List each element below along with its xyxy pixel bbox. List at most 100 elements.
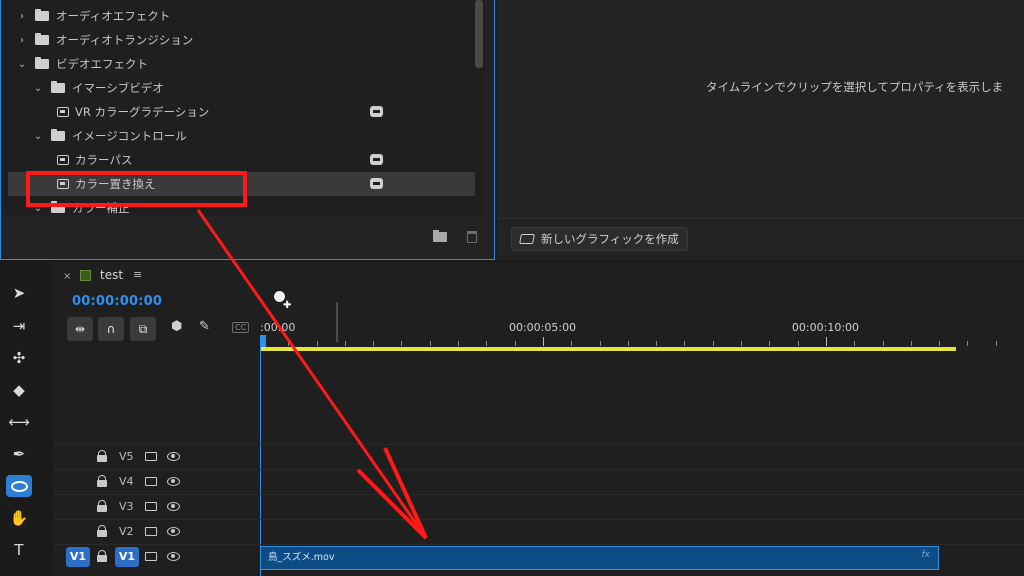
- hand-tool[interactable]: ✋: [6, 507, 32, 529]
- folder-icon: [35, 57, 49, 69]
- ripple-edit-icon: ✣: [12, 349, 26, 367]
- ruler-major-tick: [826, 337, 827, 346]
- ruler-marker: [336, 302, 338, 342]
- sync-lock-icon[interactable]: [145, 502, 157, 511]
- track-select-icon: ⇥: [12, 317, 26, 335]
- eye-icon[interactable]: [167, 502, 180, 511]
- tree-item-label: オーディオトランジション: [56, 33, 194, 47]
- new-graphic-button[interactable]: 新しいグラフィックを作成: [511, 227, 688, 251]
- timeline-panel: × test ≡ 00:00:00:00 ⇹ ∩ ⧉ ⬢ ✎ CC :00:00…: [53, 262, 1024, 576]
- track-target-toggle[interactable]: V1: [115, 547, 139, 567]
- tree-effect[interactable]: カラーパス: [1, 148, 481, 172]
- tree-folder[interactable]: ⌄ イマーシブビデオ: [1, 76, 481, 100]
- selection-icon: ➤: [12, 284, 26, 302]
- ruler-tick: [628, 341, 629, 346]
- wrench-icon[interactable]: ✎: [199, 319, 210, 334]
- lock-icon[interactable]: [97, 550, 107, 562]
- time-ruler[interactable]: :00:00 00:00:05:00 00:00:10:00: [260, 302, 1024, 357]
- selection-tool[interactable]: ➤: [6, 282, 32, 304]
- sequence-tab-title[interactable]: test: [100, 268, 123, 282]
- sync-lock-icon[interactable]: [145, 552, 157, 561]
- clip-name: 鳥_スズメ.mov: [268, 552, 335, 563]
- graphics-empty-message: タイムラインでクリップを選択してプロパティを表示しま: [706, 80, 1004, 94]
- track-target-toggle[interactable]: V3: [119, 500, 134, 513]
- captions-icon[interactable]: CC: [232, 322, 250, 333]
- track-row: V3: [53, 494, 1024, 519]
- pen-tool[interactable]: ✒: [6, 443, 32, 465]
- tree-item-label: カラーパス: [75, 153, 133, 167]
- chevron-right-icon[interactable]: ›: [15, 35, 29, 46]
- lock-icon[interactable]: [97, 450, 107, 462]
- razor-tool[interactable]: ◆: [6, 379, 32, 401]
- sync-lock-icon[interactable]: [145, 477, 157, 486]
- tree-item-label: オーディオエフェクト: [56, 9, 171, 23]
- divider: [497, 218, 1024, 219]
- snap-button[interactable]: ∩: [98, 317, 124, 341]
- razor-icon: ◆: [13, 381, 25, 399]
- trash-icon[interactable]: [467, 231, 477, 243]
- nest-icon: ⇹: [74, 322, 86, 336]
- ripple-edit-tool[interactable]: ✣: [6, 347, 32, 369]
- add-marker-icon[interactable]: ⬢: [171, 319, 182, 334]
- track-header: V5: [53, 445, 260, 470]
- essential-graphics-panel: タイムラインでクリップを選択してプロパティを表示しま 新しいグラフィックを作成: [497, 0, 1024, 260]
- tree-scrollbar[interactable]: [475, 0, 483, 68]
- ruler-tick: [288, 341, 289, 346]
- chevron-right-icon[interactable]: ›: [15, 11, 29, 22]
- track-select-tool[interactable]: ⇥: [6, 315, 32, 337]
- lock-icon[interactable]: [97, 500, 107, 512]
- ruler-tick: [741, 341, 742, 346]
- type-tool[interactable]: T: [6, 539, 32, 561]
- ruler-tick: [345, 341, 346, 346]
- source-patch-button[interactable]: V1: [66, 547, 90, 567]
- track-header: V4: [53, 470, 260, 495]
- lock-icon[interactable]: [97, 525, 107, 537]
- insert-nest-button[interactable]: ⇹: [67, 317, 93, 341]
- ruler-tick: [317, 341, 318, 346]
- eye-icon[interactable]: [167, 477, 180, 486]
- track-row: V5: [53, 444, 1024, 469]
- ruler-tick: [656, 341, 657, 346]
- playhead-timecode[interactable]: 00:00:00:00: [72, 294, 162, 309]
- tree-folder[interactable]: ⌄ ビデオエフェクト: [1, 52, 481, 76]
- accelerated-effect-icon: [370, 178, 383, 189]
- ellipse-icon: [10, 480, 28, 492]
- sequence-color-swatch: [80, 270, 91, 281]
- chevron-down-icon[interactable]: ⌄: [15, 59, 29, 70]
- effect-icon: [57, 155, 69, 165]
- panel-menu-icon[interactable]: ≡: [133, 268, 142, 281]
- chevron-down-icon[interactable]: ⌄: [31, 131, 45, 142]
- tools-panel: ➤ ⇥ ✣ ◆ ⟷ ✒ ✋ T: [0, 262, 50, 576]
- chevron-down-icon[interactable]: ⌄: [31, 83, 45, 94]
- folder-icon: [51, 81, 65, 93]
- track-target-toggle[interactable]: V4: [119, 475, 134, 488]
- ruler-tick: [911, 341, 912, 346]
- graphic-icon: [519, 234, 535, 244]
- track-target-toggle[interactable]: V2: [119, 525, 134, 538]
- tree-effect[interactable]: VR カラーグラデーション: [1, 100, 481, 124]
- track-row: V2: [53, 519, 1024, 544]
- eye-icon[interactable]: [167, 552, 180, 561]
- ruler-tick: [798, 341, 799, 346]
- lock-icon[interactable]: [97, 475, 107, 487]
- linked-selection-button[interactable]: ⧉: [130, 317, 156, 341]
- ellipse-tool[interactable]: [6, 475, 32, 497]
- sync-lock-icon[interactable]: [145, 452, 157, 461]
- eye-icon[interactable]: [167, 527, 180, 536]
- track-header: V3: [53, 495, 260, 520]
- tree-folder[interactable]: ⌄ イメージコントロール: [1, 124, 481, 148]
- sync-lock-icon[interactable]: [145, 527, 157, 536]
- ruler-tick: [430, 341, 431, 346]
- ruler-tick: [600, 341, 601, 346]
- eye-icon[interactable]: [167, 452, 180, 461]
- video-clip[interactable]: 鳥_スズメ.mov fx: [260, 546, 939, 570]
- close-icon[interactable]: ×: [63, 271, 71, 282]
- work-area-bar[interactable]: [260, 347, 956, 351]
- tree-folder[interactable]: › オーディオトランジション: [1, 28, 481, 52]
- track-target-toggle[interactable]: V5: [119, 450, 134, 463]
- tree-folder[interactable]: › オーディオエフェクト: [1, 4, 481, 28]
- magnet-icon: ∩: [106, 322, 116, 336]
- ruler-tick: [401, 341, 402, 346]
- slip-tool[interactable]: ⟷: [6, 411, 32, 433]
- folder-icon[interactable]: [433, 230, 447, 242]
